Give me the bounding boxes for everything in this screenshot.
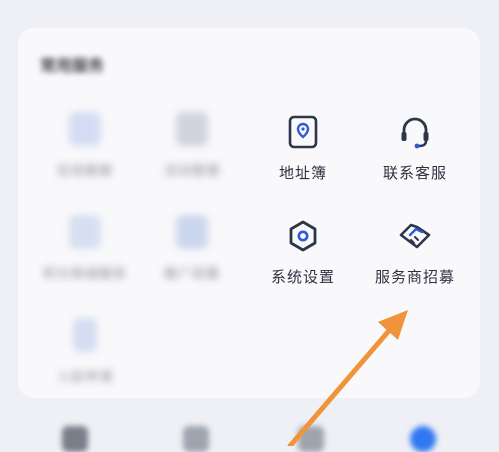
handshake-icon	[399, 223, 431, 249]
bottom-tab-bar	[0, 412, 499, 452]
blurred-icon	[69, 215, 101, 249]
service-label: 入驻申请	[56, 370, 113, 385]
settings-icon	[289, 220, 317, 252]
blurred-icon	[69, 112, 101, 146]
address-book-icon	[288, 115, 318, 149]
service-item-blurred-3[interactable]: 积分商城服务	[35, 215, 135, 305]
service-item-blurred-4[interactable]: 推广招募	[142, 215, 242, 305]
blurred-icon	[176, 215, 208, 249]
service-label: 推广招募	[163, 267, 220, 282]
service-label: 在线客服	[56, 164, 113, 179]
service-label: 服务商招募	[374, 268, 455, 286]
service-item-contact-support[interactable]: 联系客服	[365, 114, 465, 204]
tab-messages-icon[interactable]	[298, 426, 324, 452]
service-item-partner-recruitment[interactable]: 服务商招募	[365, 218, 465, 308]
section-title: 常用服务	[40, 56, 105, 75]
service-item-blurred-1[interactable]: 在线客服	[35, 112, 135, 202]
tab-profile-icon[interactable]	[410, 426, 436, 452]
blurred-icon	[73, 318, 97, 352]
service-label: 联系客服	[382, 164, 447, 182]
service-label: 积分商城服务	[42, 267, 127, 282]
tab-orders-icon[interactable]	[183, 426, 209, 452]
tab-home-icon[interactable]	[62, 426, 88, 452]
service-item-blurred-5[interactable]: 入驻申请	[35, 318, 135, 408]
service-label: 系统设置	[270, 268, 335, 286]
service-item-address-book[interactable]: 地址簿	[253, 114, 353, 204]
service-label: 活动管理	[163, 164, 220, 179]
service-item-system-settings[interactable]: 系统设置	[253, 218, 353, 308]
service-label: 地址簿	[278, 164, 327, 182]
headset-icon	[401, 117, 429, 149]
service-item-blurred-2[interactable]: 活动管理	[142, 112, 242, 202]
blurred-icon	[176, 112, 208, 146]
